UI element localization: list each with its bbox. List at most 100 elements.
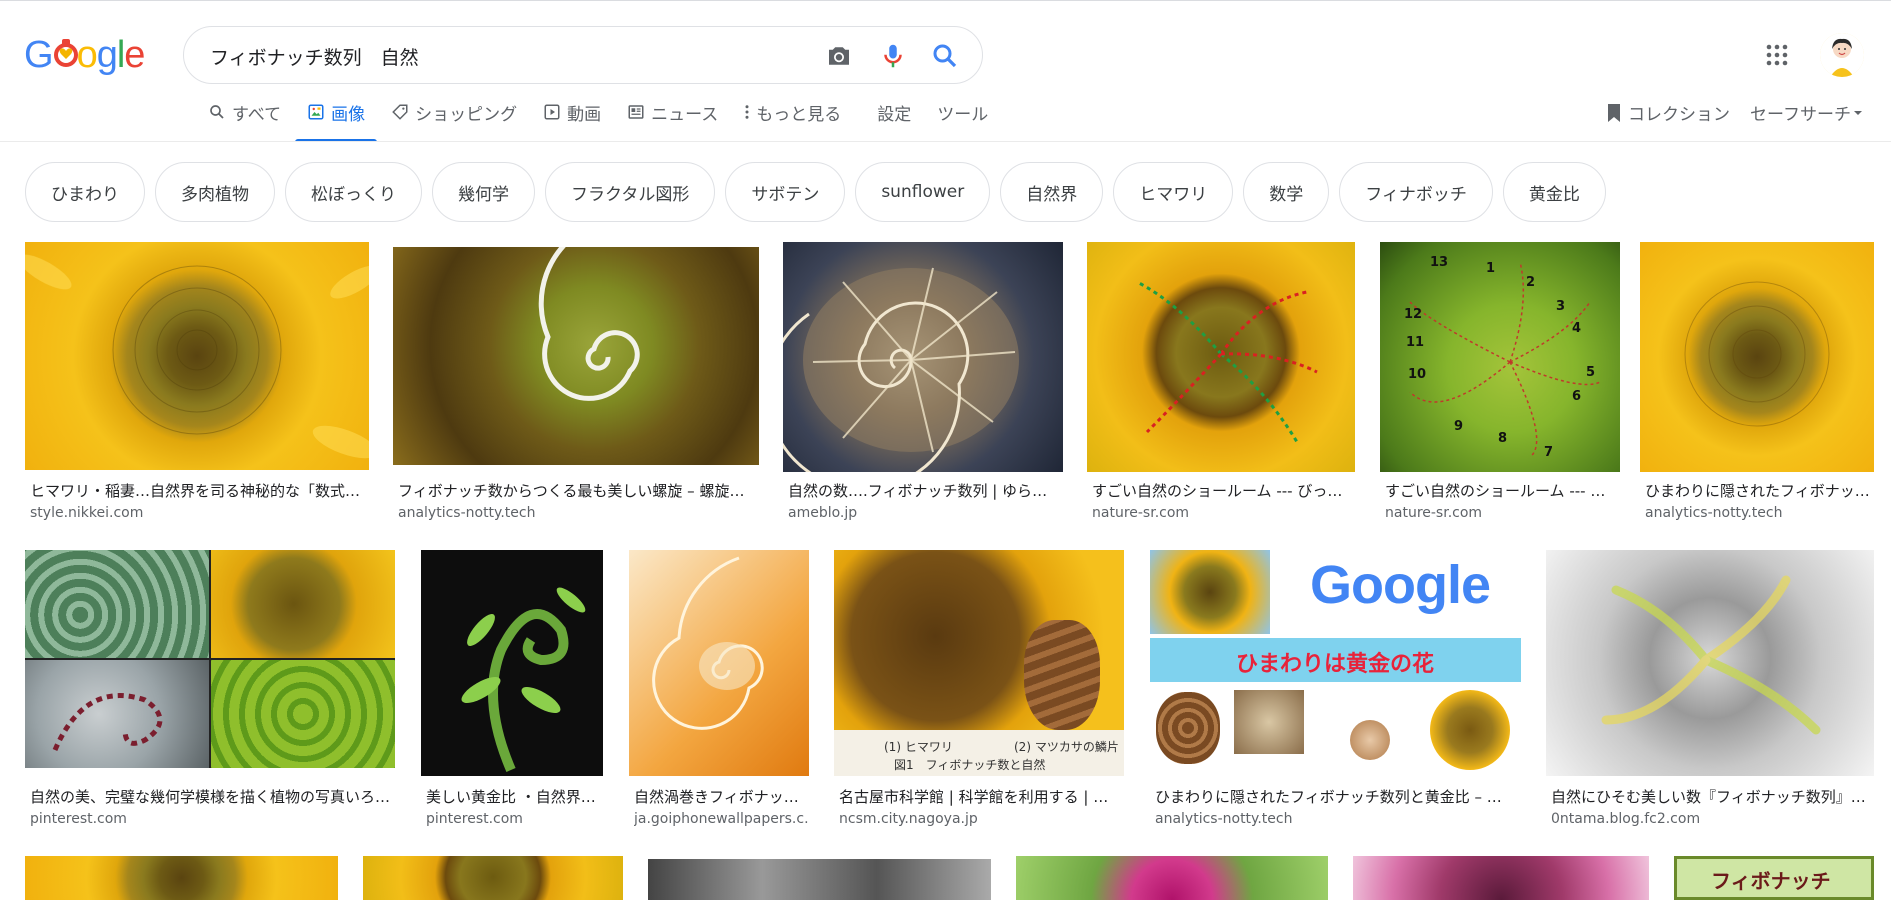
image-icon	[308, 104, 324, 120]
result-image-orange-shell[interactable]	[629, 550, 809, 776]
infographic-sunflower	[1150, 550, 1270, 634]
microphone-icon[interactable]	[878, 41, 908, 71]
result-image-plant-collage[interactable]	[25, 550, 395, 768]
result-image-fern[interactable]	[421, 550, 603, 776]
caret-down-icon	[1853, 110, 1862, 115]
sign-text: フィボナッチ	[1711, 869, 1831, 893]
result-source[interactable]: pinterest.com	[30, 811, 394, 827]
chip[interactable]: フィナボッチ	[1339, 162, 1493, 222]
result-caption[interactable]: ひまわりに隠されたフィボナッチ数列と黄金比 – …	[1155, 786, 1520, 807]
result-caption[interactable]: すごい自然のショールーム --- びっ…	[1092, 480, 1354, 501]
tab-all[interactable]: すべて	[208, 98, 281, 126]
infographic-google-logo: Google	[1310, 555, 1491, 615]
result-image-sunflower-closeup[interactable]	[1640, 242, 1874, 472]
result-image-grayscale[interactable]	[648, 859, 991, 900]
tab-label: 設定	[877, 104, 912, 125]
chip[interactable]: 自然界	[1000, 162, 1104, 222]
result-caption[interactable]: すごい自然のショールーム --- …	[1385, 480, 1619, 501]
tab-settings[interactable]: 設定	[877, 98, 911, 126]
logo-letter: g	[96, 34, 118, 76]
result-caption[interactable]: 自然にひそむ美しい数『フィボナッチ数列』…	[1551, 786, 1873, 807]
tab-tools[interactable]: ツール	[937, 98, 988, 126]
sunflower-rings	[1684, 281, 1830, 427]
chip[interactable]: サボテン	[725, 162, 846, 222]
chip[interactable]: sunflower	[855, 162, 991, 222]
result-image-romanesco[interactable]: 13 1 2 3 4 5 6 7 8 9 10 11 12	[1380, 242, 1620, 472]
nautilus-shell	[783, 267, 1019, 472]
result-source[interactable]: pinterest.com	[426, 811, 602, 827]
result-image-sunflower[interactable]	[25, 242, 369, 470]
chip[interactable]: 松ぼっくり	[285, 162, 422, 222]
spiral-number: 13	[1430, 255, 1448, 270]
tab-shopping[interactable]: ショッピング	[391, 98, 517, 126]
header-divider	[0, 141, 1891, 142]
tab-videos[interactable]: 動画	[543, 98, 601, 126]
spiral-number: 10	[1408, 367, 1426, 382]
right-tabs: コレクション セーフサーチ	[1606, 100, 1883, 125]
result-source[interactable]: style.nikkei.com	[30, 505, 368, 521]
result-image-fibonacci-sign[interactable]: フィボナッチ	[1674, 856, 1874, 900]
search-box[interactable]: フィボナッチ数列 自然	[183, 26, 983, 84]
result-source[interactable]: analytics-notty.tech	[1645, 505, 1873, 521]
result-caption[interactable]: フィボナッチ数からつくる最も美しい螺旋 – 螺旋…	[398, 480, 758, 501]
account-avatar[interactable]	[1820, 33, 1864, 77]
result-source[interactable]: analytics-notty.tech	[1155, 811, 1520, 827]
result-caption[interactable]: 名古屋市科学館 | 科学館を利用する | 展…	[839, 786, 1123, 807]
result-caption[interactable]: 自然渦巻きフィボナッ…	[634, 786, 808, 807]
camera-icon[interactable]	[824, 41, 854, 71]
result-source[interactable]: nature-sr.com	[1092, 505, 1354, 521]
result-source[interactable]: analytics-notty.tech	[398, 505, 758, 521]
result-caption[interactable]: 美しい黄金比 ・自然界…	[426, 786, 602, 807]
chip[interactable]: 数学	[1243, 162, 1330, 222]
apps-grid-icon[interactable]	[1765, 43, 1789, 67]
search-input[interactable]: フィボナッチ数列 自然	[210, 43, 419, 70]
result-source[interactable]: ameblo.jp	[788, 505, 1062, 521]
collections-link[interactable]: コレクション	[1606, 100, 1730, 125]
newspaper-icon	[628, 105, 644, 119]
result-image-bw-sunflower[interactable]	[1546, 550, 1874, 776]
chip[interactable]: ヒマワリ	[1113, 162, 1234, 222]
top-border	[0, 0, 1891, 1]
result-caption[interactable]: ひまわりに隠されたフィボナッ…	[1645, 480, 1873, 501]
spiral-number: 4	[1572, 321, 1581, 336]
result-image-nautilus[interactable]	[783, 242, 1063, 472]
result-image-google-infographic[interactable]: Google ひまわりは黄金の花	[1150, 550, 1521, 776]
result-caption[interactable]: 自然の美、完璧な幾何学模様を描く植物の写真いろ…	[30, 786, 394, 807]
spiral-number: 9	[1454, 419, 1463, 434]
infographic-pinecone	[1156, 692, 1220, 764]
collage-fern-droplets	[25, 660, 209, 768]
result-image-science-museum[interactable]: (1) ヒマワリ (2) マツカサの鱗片 図1 フィボナッチ数と自然	[834, 550, 1124, 776]
chip[interactable]: 幾何学	[432, 162, 535, 222]
result-image-sunflower[interactable]	[363, 856, 623, 900]
banner-text: ひまわりは黄金の花	[1236, 652, 1435, 677]
tab-label: 画像	[331, 104, 366, 125]
result-source[interactable]: 0ntama.blog.fc2.com	[1551, 811, 1873, 827]
result-source[interactable]: ncsm.city.nagoya.jp	[839, 811, 1123, 827]
chip[interactable]: 黄金比	[1502, 162, 1606, 222]
tab-news[interactable]: ニュース	[627, 98, 718, 126]
spiral-number: 11	[1406, 335, 1424, 350]
result-image-sunflower[interactable]	[25, 856, 338, 900]
result-caption[interactable]: 自然の数….フィボナッチ数列 | ゆらの…	[788, 480, 1062, 501]
tab-images[interactable]: 画像	[295, 98, 378, 142]
infographic-sunflower-small	[1430, 690, 1510, 770]
result-source[interactable]: ja.goiphonewallpapers.c…	[634, 811, 808, 827]
spiral-number: 5	[1586, 365, 1595, 380]
figure-caption: 図1 フィボナッチ数と自然	[894, 758, 1046, 772]
tab-more[interactable]: もっと見る	[744, 98, 841, 126]
related-chips: ひまわり 多肉植物 松ぼっくり 幾何学 フラクタル図形 サボテン sunflow…	[25, 162, 1616, 222]
chip[interactable]: フラクタル図形	[545, 162, 716, 222]
chip[interactable]: 多肉植物	[155, 162, 275, 222]
result-image-coneflower[interactable]	[1353, 856, 1649, 900]
search-icon[interactable]	[930, 41, 960, 71]
result-source[interactable]: nature-sr.com	[1385, 505, 1619, 521]
result-caption[interactable]: ヒマワリ・稲妻…自然界を司る神秘的な「数式…	[30, 480, 368, 501]
result-image-sunflower-annotated[interactable]	[1087, 242, 1355, 472]
chip[interactable]: ひまわり	[25, 162, 145, 222]
tab-label: ニュース	[651, 104, 719, 125]
google-logo[interactable]: G ogle	[24, 34, 145, 77]
result-image-spiral-seeds[interactable]	[393, 247, 759, 465]
result-image-dahlia[interactable]	[1016, 856, 1328, 900]
infographic-circle	[1350, 720, 1390, 760]
safesearch-menu[interactable]: セーフサーチ	[1750, 100, 1863, 125]
